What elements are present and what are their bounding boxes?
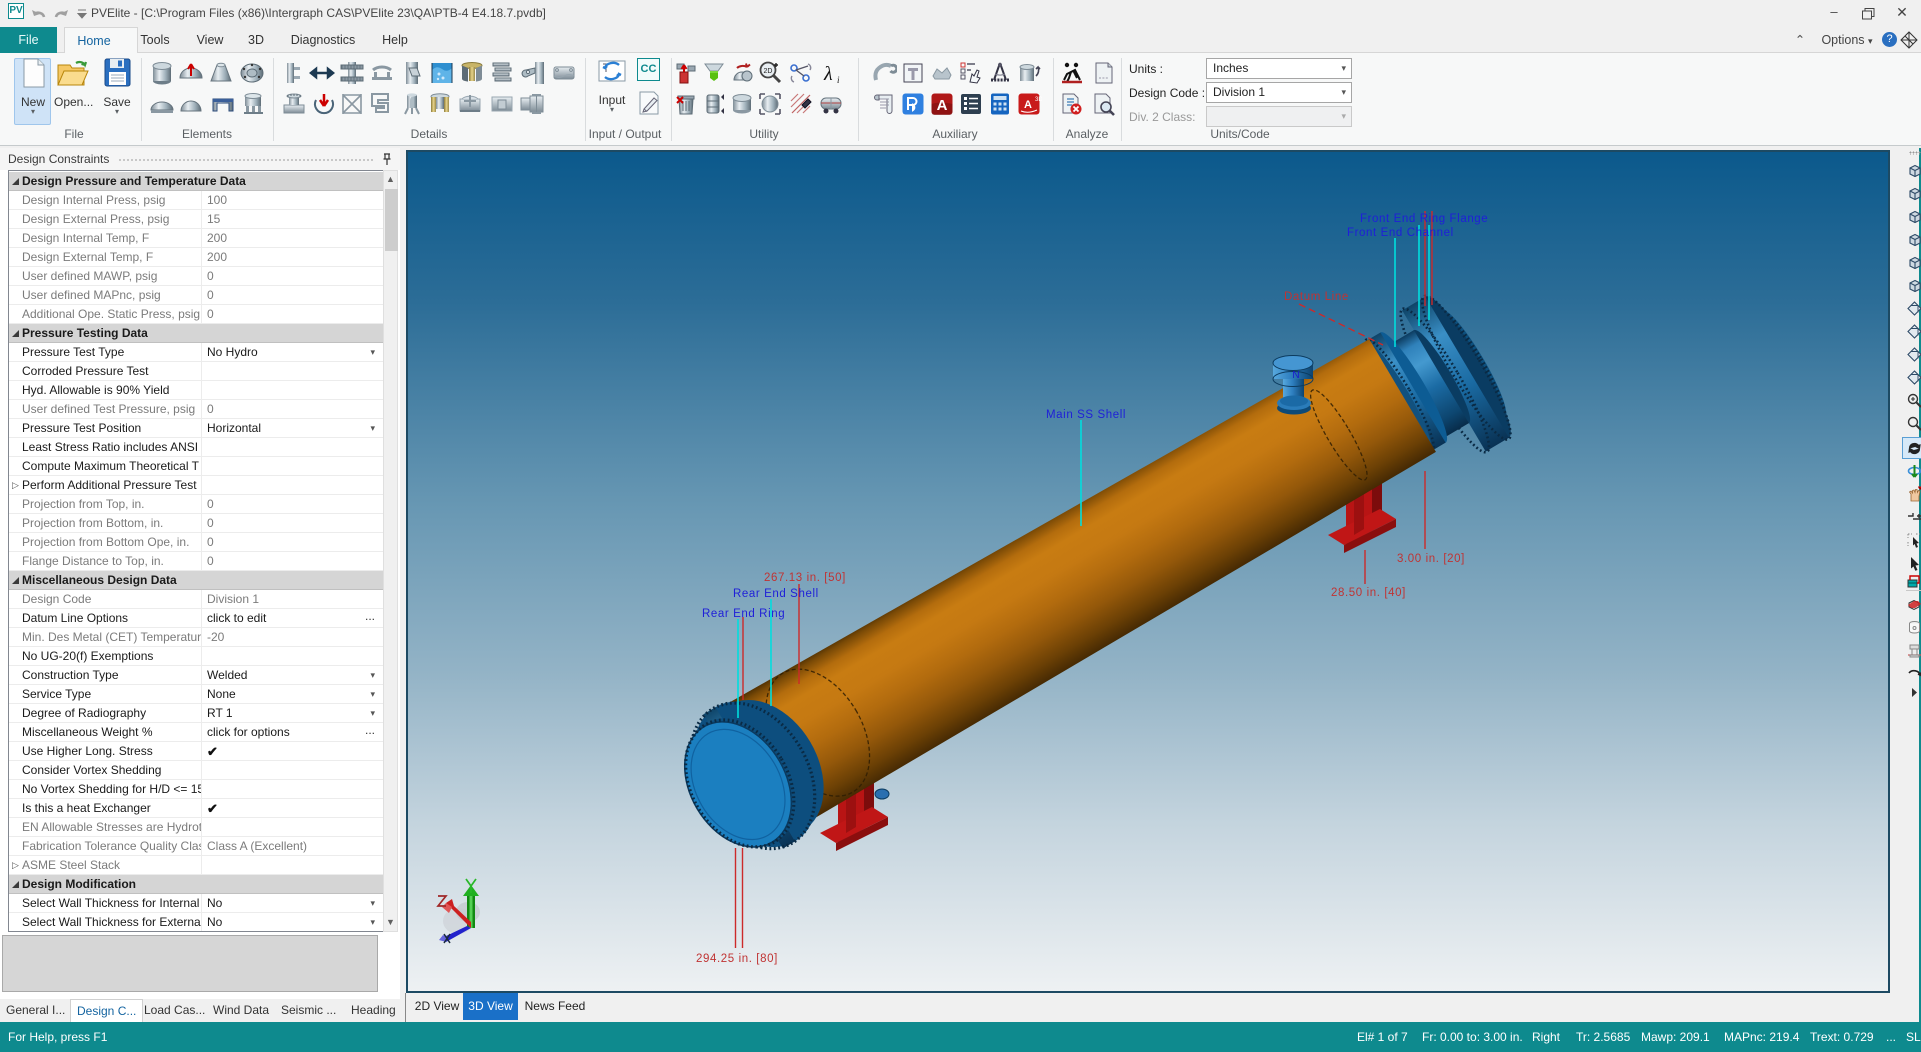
svg-text:Front End Channel: Front End Channel <box>1347 227 1454 239</box>
svg-text:267.13 in. [50]: 267.13 in. [50] <box>764 572 846 584</box>
svg-text:28.50 in. [40]: 28.50 in. [40] <box>1331 587 1406 599</box>
svg-text:i: i <box>837 75 840 85</box>
svg-text:A: A <box>937 97 948 114</box>
svg-text:3D: 3D <box>1035 97 1042 103</box>
svg-text:Front End Ring Flange: Front End Ring Flange <box>1360 213 1488 225</box>
svg-text:A: A <box>1024 99 1032 111</box>
svg-text:2D: 2D <box>764 68 773 75</box>
svg-text:Rear End Ring: Rear End Ring <box>702 608 785 620</box>
svg-text:N: N <box>1292 370 1299 381</box>
svg-text:λ: λ <box>823 63 833 85</box>
svg-text:3.00 in. [20]: 3.00 in. [20] <box>1397 553 1465 565</box>
svg-text:Datum Line: Datum Line <box>1284 291 1349 303</box>
svg-text:294.25 in. [80]: 294.25 in. [80] <box>696 953 778 965</box>
svg-text:Rear End Shell: Rear End Shell <box>733 588 819 600</box>
svg-text:Main SS Shell: Main SS Shell <box>1046 409 1126 421</box>
